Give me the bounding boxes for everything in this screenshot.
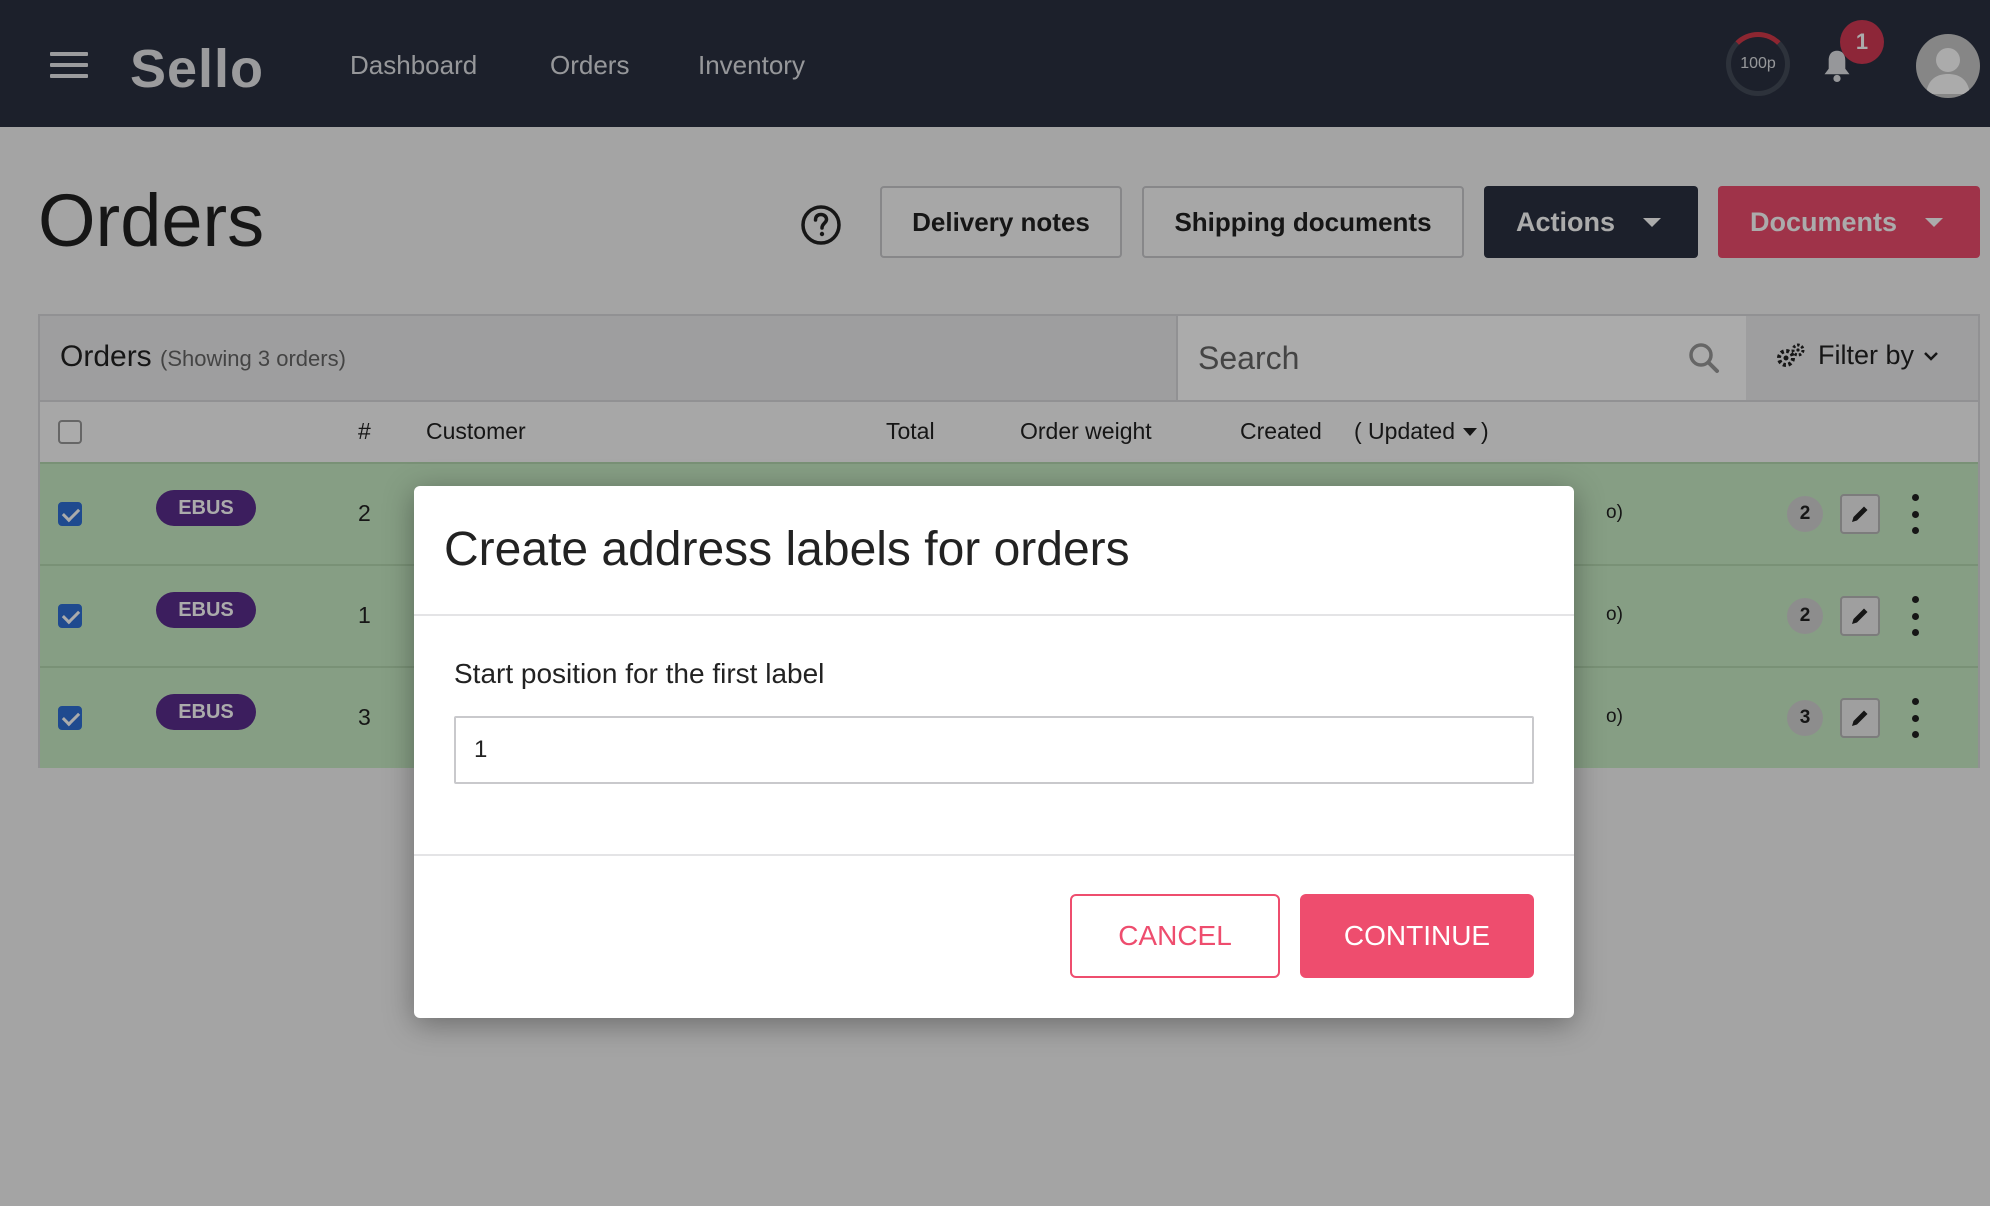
start-position-input[interactable]	[454, 716, 1534, 784]
create-labels-dialog: Create address labels for orders Start p…	[414, 486, 1574, 1018]
dialog-title: Create address labels for orders	[444, 523, 1130, 576]
dialog-divider	[414, 614, 1574, 616]
start-position-label: Start position for the first label	[454, 658, 825, 689]
continue-button[interactable]: CONTINUE	[1300, 894, 1534, 978]
cancel-button[interactable]: CANCEL	[1070, 894, 1280, 978]
dialog-divider	[414, 854, 1574, 856]
